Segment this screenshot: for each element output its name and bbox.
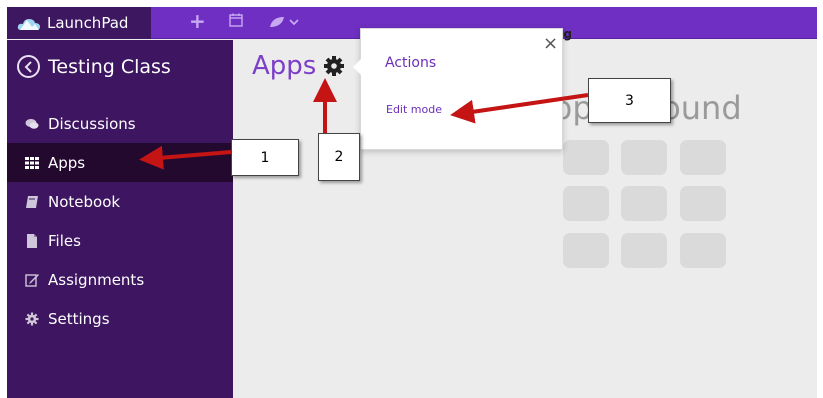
sidebar-item-label: Files (48, 231, 81, 250)
popover-title: Actions (385, 55, 437, 71)
notebook-icon (26, 195, 38, 208)
placeholder-tile (680, 140, 726, 175)
app-frame: LaunchPad + ading Testing Class (7, 7, 817, 398)
assignments-icon (25, 273, 39, 287)
sidebar-item-assignments[interactable]: Assignments (7, 260, 233, 299)
annotation-number: 3 (625, 92, 634, 109)
annotation-callout-2: 2 (318, 133, 360, 181)
apps-grid-icon (25, 156, 39, 169)
annotation-number: 2 (334, 149, 344, 165)
class-title: Testing Class (48, 55, 171, 78)
plus-icon[interactable]: + (189, 9, 206, 33)
annotation-number: 1 (260, 149, 270, 166)
sidebar-item-settings[interactable]: Settings (7, 299, 233, 338)
sidebar: Testing Class Discussions Apps Notebook (7, 40, 233, 398)
files-icon (27, 233, 37, 248)
actions-popover: × Actions Edit mode (353, 28, 563, 150)
annotation-callout-1: 1 (231, 139, 299, 176)
sidebar-item-apps[interactable]: Apps (7, 143, 233, 182)
annotation-callout-3: 3 (588, 78, 671, 123)
sidebar-item-label: Notebook (48, 192, 121, 211)
cloud-logo-icon (17, 19, 40, 30)
placeholder-tile (563, 140, 609, 175)
sidebar-item-label: Discussions (48, 114, 136, 133)
sidebar-item-label: Settings (48, 309, 110, 328)
class-header[interactable]: Testing Class (17, 55, 171, 78)
sidebar-item-label: Assignments (48, 270, 145, 289)
placeholder-tile (621, 186, 667, 221)
discussions-icon (25, 118, 39, 129)
page-title: Apps (252, 51, 317, 81)
placeholder-tile (563, 186, 609, 221)
placeholder-tile (621, 233, 667, 268)
back-icon[interactable] (17, 55, 40, 78)
placeholder-tile (680, 233, 726, 268)
settings-gear-icon[interactable] (323, 55, 345, 77)
placeholder-tile (563, 233, 609, 268)
sidebar-item-discussions[interactable]: Discussions (7, 104, 233, 143)
edit-mode-menu-item[interactable]: Edit mode (386, 103, 442, 116)
leaf-menu-icon[interactable] (268, 15, 304, 29)
sidebar-item-files[interactable]: Files (7, 221, 233, 260)
popover-arrow (353, 59, 361, 75)
brand[interactable]: LaunchPad (7, 7, 151, 39)
placeholder-tile (621, 140, 667, 175)
placeholder-tile (680, 186, 726, 221)
calendar-icon[interactable] (229, 13, 243, 27)
sidebar-item-notebook[interactable]: Notebook (7, 182, 233, 221)
sidebar-item-label: Apps (48, 153, 86, 172)
close-icon[interactable]: × (543, 33, 558, 54)
app-name: LaunchPad (47, 14, 129, 32)
page-header: Apps (252, 51, 345, 81)
gear-icon (25, 312, 39, 325)
